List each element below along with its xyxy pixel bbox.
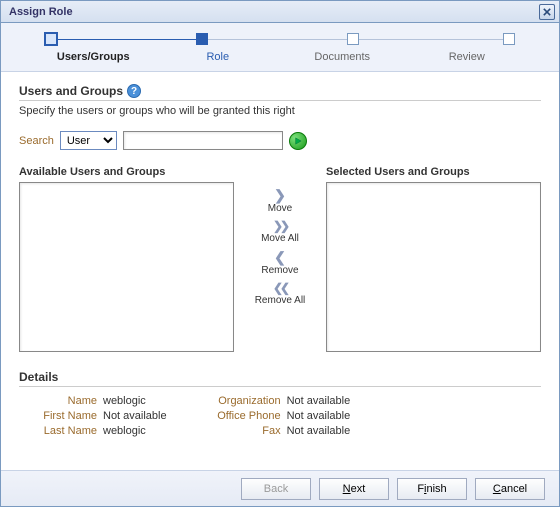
detail-name: Nameweblogic — [23, 395, 167, 407]
wizard-steps: Users/Groups Role Documents Review — [1, 23, 559, 72]
section-title: Users and Groups — [19, 84, 123, 98]
detail-key: Fax — [207, 425, 287, 437]
dialog-title: Assign Role — [5, 6, 73, 18]
steps-line-done — [51, 39, 202, 40]
remove-button[interactable]: ❮ Remove — [261, 250, 298, 276]
footer: Back Next Finish Cancel — [1, 470, 559, 506]
close-icon — [543, 8, 551, 16]
titlebar: Assign Role — [1, 1, 559, 23]
detail-firstname: First NameNot available — [23, 410, 167, 422]
back-label: Back — [264, 483, 288, 495]
search-type-select[interactable]: User Group — [60, 131, 117, 150]
selected-col: Selected Users and Groups — [326, 166, 541, 352]
next-button[interactable]: Next — [319, 478, 389, 500]
finish-button[interactable]: Finish — [397, 478, 467, 500]
content: Users and Groups ? Specify the users or … — [1, 72, 559, 452]
detail-key: Name — [23, 395, 103, 407]
details-section: Details Nameweblogic First NameNot avail… — [19, 370, 541, 440]
details-col-left: Nameweblogic First NameNot available Las… — [23, 395, 167, 440]
detail-key: First Name — [23, 410, 103, 422]
search-row: Search User Group — [19, 131, 541, 150]
step-dot-4 — [503, 33, 515, 45]
details-grid: Nameweblogic First NameNot available Las… — [19, 391, 541, 440]
step-users-groups[interactable]: Users/Groups — [31, 51, 156, 63]
detail-key: Office Phone — [207, 410, 287, 422]
detail-key: Organization — [207, 395, 287, 407]
available-title: Available Users and Groups — [19, 166, 234, 178]
chevron-right-icon: ❯ — [274, 188, 286, 202]
remove-label: Remove — [261, 265, 298, 276]
detail-organization: OrganizationNot available — [207, 395, 351, 407]
move-all-button[interactable]: ❯❯ Move All — [261, 220, 299, 244]
step-dot-3 — [347, 33, 359, 45]
cancel-button[interactable]: Cancel — [475, 478, 545, 500]
remove-all-button[interactable]: ❮❮ Remove All — [255, 282, 306, 306]
move-label: Move — [268, 203, 292, 214]
move-button[interactable]: ❯ Move — [268, 188, 292, 214]
search-go-button[interactable] — [289, 132, 307, 150]
detail-value: Not available — [287, 410, 351, 422]
detail-officephone: Office PhoneNot available — [207, 410, 351, 422]
detail-key: Last Name — [23, 425, 103, 437]
detail-fax: FaxNot available — [207, 425, 351, 437]
dialog: Assign Role Users/Groups Role Documents … — [0, 0, 560, 507]
step-dot-2 — [196, 33, 208, 45]
details-col-right: OrganizationNot available Office PhoneNo… — [207, 395, 351, 440]
search-label: Search — [19, 135, 54, 147]
selected-list[interactable] — [326, 182, 541, 352]
step-documents[interactable]: Documents — [280, 51, 405, 63]
play-icon — [294, 137, 302, 145]
lists-row: Available Users and Groups ❯ Move ❯❯ Mov… — [19, 166, 541, 352]
available-list[interactable] — [19, 182, 234, 352]
move-all-label: Move All — [261, 233, 299, 244]
details-divider — [19, 386, 541, 387]
step-dot-1 — [44, 32, 58, 46]
steps-track — [51, 33, 509, 47]
details-title: Details — [19, 370, 541, 384]
detail-value: Not available — [103, 410, 167, 422]
detail-lastname: Last Nameweblogic — [23, 425, 167, 437]
chevron-double-left-icon: ❮❮ — [273, 282, 287, 294]
search-input[interactable] — [123, 131, 283, 150]
detail-value: Not available — [287, 395, 351, 407]
detail-value: Not available — [287, 425, 351, 437]
detail-value: weblogic — [103, 395, 146, 407]
available-col: Available Users and Groups — [19, 166, 234, 352]
move-controls: ❯ Move ❯❯ Move All ❮ Remove ❮❮ Remove Al… — [244, 166, 316, 306]
selected-title: Selected Users and Groups — [326, 166, 541, 178]
chevron-left-icon: ❮ — [274, 250, 286, 264]
step-review[interactable]: Review — [405, 51, 530, 63]
divider — [19, 100, 541, 101]
chevron-double-right-icon: ❯❯ — [273, 220, 287, 232]
help-icon[interactable]: ? — [127, 84, 141, 98]
step-role[interactable]: Role — [156, 51, 281, 63]
close-button[interactable] — [539, 4, 555, 20]
back-button: Back — [241, 478, 311, 500]
section-header: Users and Groups ? — [19, 84, 541, 98]
section-desc: Specify the users or groups who will be … — [19, 105, 541, 117]
detail-value: weblogic — [103, 425, 146, 437]
remove-all-label: Remove All — [255, 295, 306, 306]
step-labels: Users/Groups Role Documents Review — [31, 51, 529, 63]
